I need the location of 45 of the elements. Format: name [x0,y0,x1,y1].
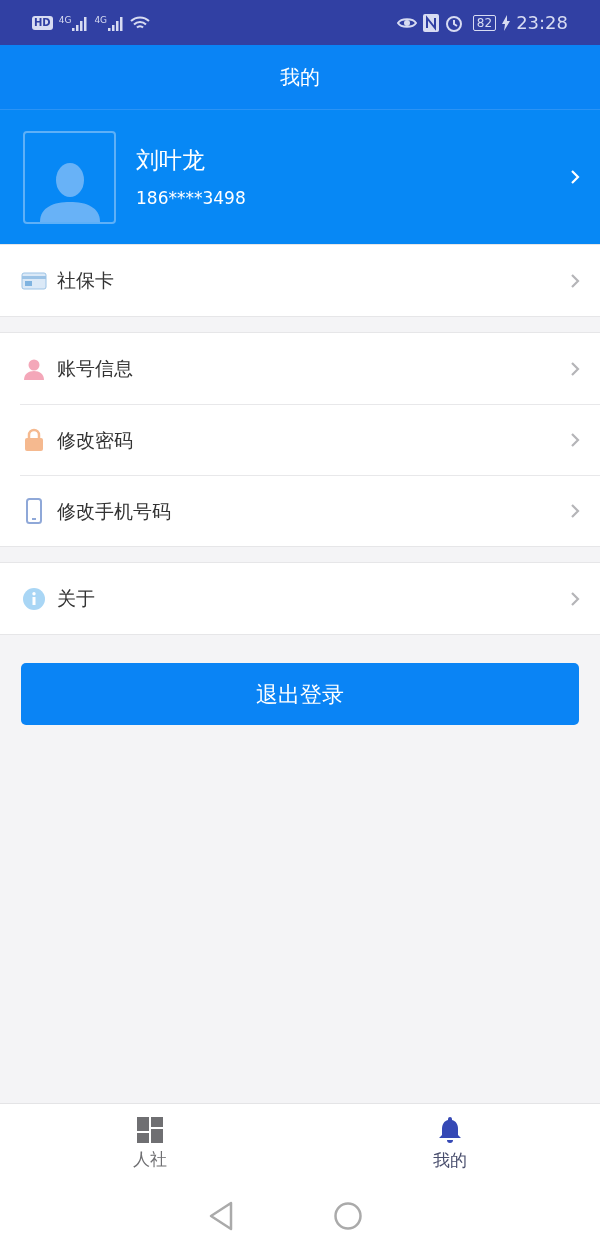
menu-label: 关于 [57,586,96,612]
phone-icon [25,498,43,524]
menu-item[interactable]: 修改密码 [20,404,600,475]
signal-icon [108,14,125,31]
battery-indicator: 82 [472,14,497,31]
lock-icon [23,428,45,452]
user-name: 刘叶龙 [136,146,206,174]
chevron-right-icon [570,432,580,448]
tab-label: 人社 [133,1147,167,1171]
clock-time: 23:28 [516,11,568,35]
charging-icon [502,14,511,31]
page-title: 我的 [280,64,320,91]
tab-item[interactable]: 我的 [300,1104,600,1185]
menu-item[interactable]: 修改手机号码 [20,475,600,546]
info-icon [22,586,46,611]
menu-label: 修改手机号码 [57,498,172,524]
menu-label: 账号信息 [57,356,134,382]
chevron-right-icon [570,272,580,289]
chevron-right-icon [570,169,580,185]
menu-label: 修改密码 [57,427,134,453]
tab-label: 我的 [433,1148,467,1172]
bell-icon [438,1115,462,1144]
logout-button[interactable]: 退出登录 [21,663,579,725]
chevron-right-icon [570,503,580,519]
nfc-icon [422,13,439,32]
network-label: 4G [58,14,72,25]
signal-icon [72,14,89,31]
hd-badge: HD [32,15,53,30]
menu-item[interactable]: 账号信息 [20,333,600,404]
profile-card[interactable]: 刘叶龙 186****3498 [0,110,600,244]
card-icon [21,270,47,291]
tab-item[interactable]: 人社 [0,1104,300,1185]
menu-label: 社保卡 [57,268,115,294]
phone-number: 186****3498 [136,188,247,208]
network-label: 4G [94,14,108,25]
alarm-icon [444,13,463,32]
chevron-right-icon [570,360,580,377]
wifi-icon [130,14,151,31]
eye-icon [396,15,417,30]
back-icon[interactable] [208,1201,234,1231]
chevron-right-icon [570,590,580,607]
menu-item[interactable]: 社保卡 [20,245,600,316]
home-icon[interactable] [334,1202,362,1230]
grid-icon [137,1116,163,1143]
menu-item[interactable]: 关于 [20,563,600,634]
